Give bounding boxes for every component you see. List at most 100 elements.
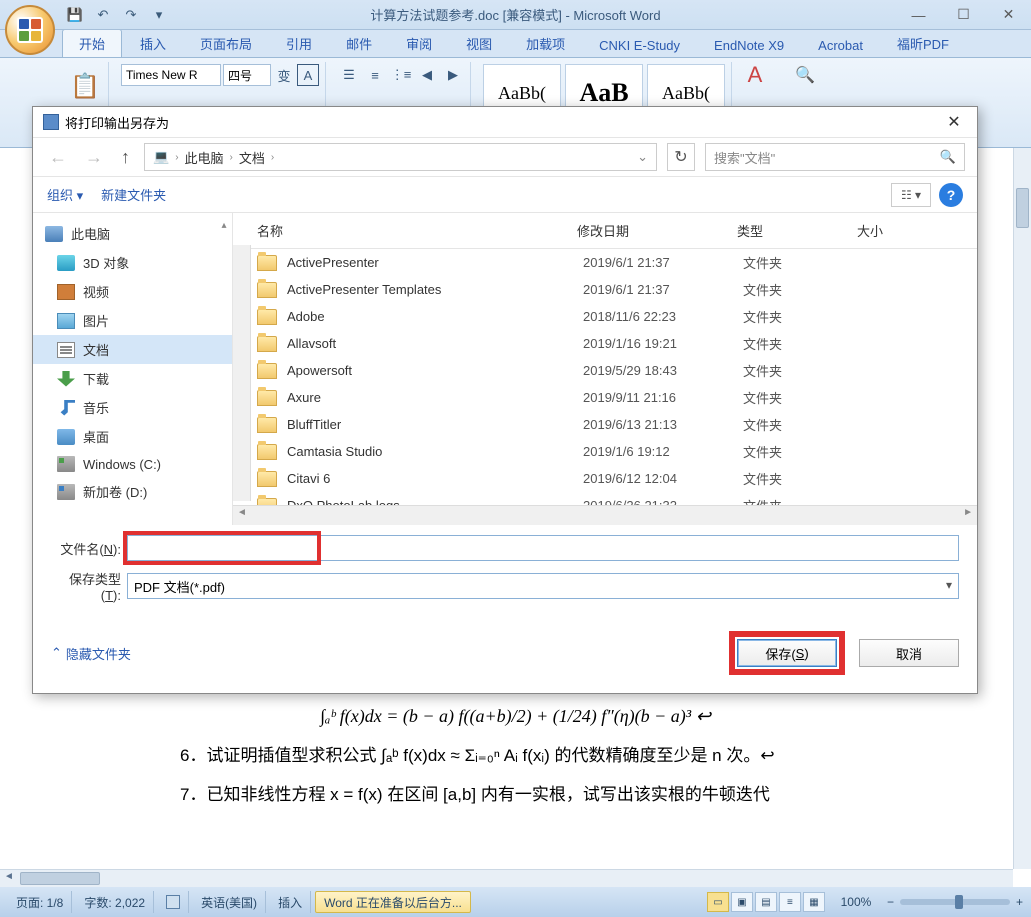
file-row[interactable]: Apowersoft2019/5/29 18:43文件夹 [251,357,977,384]
font-size-select[interactable] [223,64,271,86]
tree-item[interactable]: 图片 [33,306,232,335]
tab-addins[interactable]: 加载项 [510,30,581,57]
file-row[interactable]: DxO PhotoLab logs2019/6/26 21:32文件夹 [251,492,977,505]
tree-item[interactable]: Windows (C:) [33,451,232,477]
find-icon[interactable]: 🔍 [794,64,816,86]
tab-foxit[interactable]: 福昕PDF [881,30,965,57]
tab-insert[interactable]: 插入 [124,30,182,57]
numbering-icon[interactable]: ≡ [364,64,386,86]
close-button[interactable]: ✕ [986,1,1031,29]
nav-back-icon[interactable]: ← [45,147,71,168]
save-icon[interactable]: 💾 [65,5,85,25]
file-row[interactable]: BluffTitler2019/6/13 21:13文件夹 [251,411,977,438]
status-proofing-icon[interactable] [158,891,189,913]
tree-item[interactable]: 文档 [33,335,232,364]
file-type: 文件夹 [743,388,863,407]
decrease-indent-icon[interactable]: ◀ [416,64,438,86]
undo-icon[interactable]: ↶ [93,5,113,25]
font-name-select[interactable] [121,64,221,86]
bullets-icon[interactable]: ☰ [338,64,360,86]
status-insert-mode[interactable]: 插入 [270,891,311,913]
tab-review[interactable]: 审阅 [390,30,448,57]
tree-item[interactable]: 音乐 [33,393,232,422]
breadcrumb[interactable]: 💻 › 此电脑 › 文档 › ⌄ [144,143,657,171]
office-orb-button[interactable] [5,5,55,55]
status-language[interactable]: 英语(美国) [193,891,266,913]
maximize-button[interactable]: ☐ [941,1,986,29]
breadcrumb-item-0[interactable]: 此电脑 [185,148,224,167]
file-row[interactable]: ActivePresenter2019/6/1 21:37文件夹 [251,249,977,276]
nav-up-icon[interactable]: ↑ [117,147,134,168]
file-date: 2019/1/6 19:12 [583,444,743,459]
column-size[interactable]: 大小 [857,221,965,240]
change-styles-icon[interactable]: A [744,64,766,86]
paste-icon[interactable]: 📋 [68,64,102,108]
new-folder-button[interactable]: 新建文件夹 [101,185,166,204]
file-type: 文件夹 [743,496,863,505]
file-row[interactable]: Camtasia Studio2019/1/6 19:12文件夹 [251,438,977,465]
full-screen-icon[interactable]: ▣ [731,892,753,912]
increase-indent-icon[interactable]: ▶ [442,64,464,86]
refresh-button[interactable]: ↻ [667,143,695,171]
phonetic-icon[interactable]: 变 [273,64,295,86]
view-mode-button[interactable]: ☷ ▾ [891,183,931,207]
tree-item[interactable]: 此电脑 [33,219,232,248]
zoom-in-icon[interactable]: + [1016,895,1023,909]
search-input[interactable]: 搜索"文档" 🔍 [705,143,965,171]
char-border-icon[interactable]: A [297,64,319,86]
tab-endnote[interactable]: EndNote X9 [698,34,800,57]
tree-item-icon [57,371,75,387]
filetype-select[interactable]: PDF 文档(*.pdf) [127,573,959,599]
multilevel-icon[interactable]: ⋮≡ [390,64,412,86]
qat-dropdown-icon[interactable]: ▾ [149,5,169,25]
column-name[interactable]: 名称 [257,221,577,240]
breadcrumb-item-1[interactable]: 文档 [239,148,265,167]
file-row[interactable]: Axure2019/9/11 21:16文件夹 [251,384,977,411]
hide-folders-link[interactable]: ⌃隐藏文件夹 [51,644,131,663]
status-page[interactable]: 页面: 1/8 [8,891,72,913]
status-words[interactable]: 字数: 2,022 [76,891,154,913]
tree-scroll-up-icon[interactable]: ▴ [218,217,230,233]
filename-input[interactable] [127,535,959,561]
tab-mailings[interactable]: 邮件 [330,30,388,57]
tab-acrobat[interactable]: Acrobat [802,34,879,57]
column-date[interactable]: 修改日期 [577,221,737,240]
file-list-hscroll[interactable] [233,505,977,525]
vertical-scrollbar[interactable] [1013,148,1031,869]
file-row[interactable]: Citavi 62019/6/12 12:04文件夹 [251,465,977,492]
web-layout-icon[interactable]: ▤ [755,892,777,912]
column-type[interactable]: 类型 [737,221,857,240]
cancel-button[interactable]: 取消 [859,639,959,667]
zoom-percent[interactable]: 100% [831,895,881,909]
tree-item[interactable]: 视频 [33,277,232,306]
minimize-button[interactable]: ― [896,1,941,29]
nav-forward-icon[interactable]: → [81,147,107,168]
zoom-out-icon[interactable]: − [887,895,894,909]
tab-home[interactable]: 开始 [62,29,122,57]
print-layout-icon[interactable]: ▭ [707,892,729,912]
tree-item[interactable]: 3D 对象 [33,248,232,277]
file-row[interactable]: ActivePresenter Templates2019/6/1 21:37文… [251,276,977,303]
horizontal-scrollbar[interactable] [0,869,1013,887]
file-list[interactable]: ActivePresenter2019/6/1 21:37文件夹ActivePr… [233,249,977,505]
draft-icon[interactable]: ▦ [803,892,825,912]
redo-icon[interactable]: ↷ [121,5,141,25]
folder-icon [257,390,277,406]
zoom-slider[interactable] [900,899,1010,905]
tree-item[interactable]: 桌面 [33,422,232,451]
tab-page-layout[interactable]: 页面布局 [184,30,268,57]
breadcrumb-dropdown-icon[interactable]: ⌄ [637,149,648,165]
save-button[interactable]: 保存(S) [737,639,837,667]
organize-button[interactable]: 组织 ▾ [47,185,83,204]
tree-item[interactable]: 下载 [33,364,232,393]
tab-cnki[interactable]: CNKI E-Study [583,34,696,57]
dialog-titlebar: 将打印输出另存为 ✕ [33,107,977,137]
tab-references[interactable]: 引用 [270,30,328,57]
outline-icon[interactable]: ≡ [779,892,801,912]
dialog-close-button[interactable]: ✕ [939,110,969,134]
help-button[interactable]: ? [939,183,963,207]
file-row[interactable]: Adobe2018/11/6 22:23文件夹 [251,303,977,330]
file-row[interactable]: Allavsoft2019/1/16 19:21文件夹 [251,330,977,357]
tab-view[interactable]: 视图 [450,30,508,57]
tree-item[interactable]: 新加卷 (D:) [33,477,232,506]
